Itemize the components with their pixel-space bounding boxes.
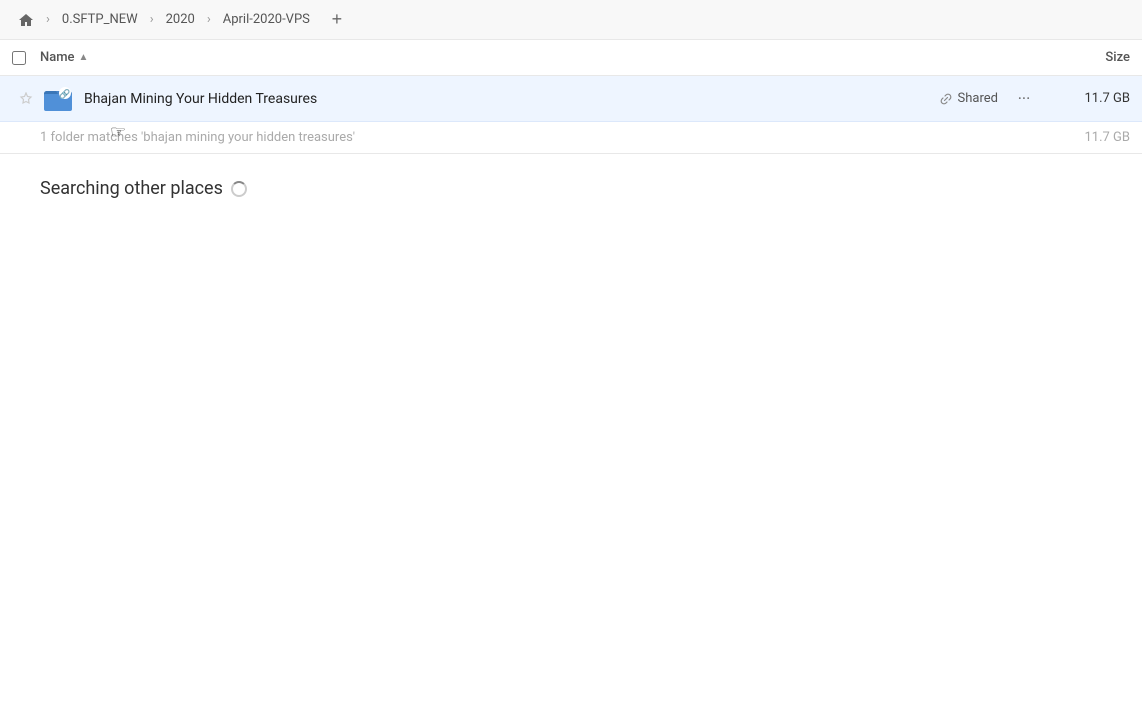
select-all-checkbox[interactable] bbox=[12, 51, 26, 65]
sort-arrow-icon: ▲ bbox=[79, 52, 89, 63]
breadcrumb-separator-1: › bbox=[44, 12, 52, 27]
summary-size: 11.7 GB bbox=[1050, 130, 1130, 145]
name-column-label: Name bbox=[40, 50, 75, 65]
searching-label: Searching other places bbox=[40, 178, 223, 199]
breadcrumb-item-sftp[interactable]: 0.SFTP_NEW bbox=[56, 9, 144, 30]
file-size-value: 11.7 GB bbox=[1050, 91, 1130, 106]
name-column-header[interactable]: Name ▲ bbox=[40, 50, 1030, 65]
shared-badge: Shared bbox=[939, 91, 998, 106]
breadcrumb-separator-2: › bbox=[148, 12, 156, 27]
file-name-label: Bhajan Mining Your Hidden Treasures bbox=[84, 91, 939, 107]
select-all-checkbox-wrap[interactable] bbox=[12, 51, 40, 65]
more-options-button[interactable]: ··· bbox=[1010, 85, 1038, 113]
column-header-row: Name ▲ Size bbox=[0, 40, 1142, 76]
breadcrumb-item-2020[interactable]: 2020 bbox=[160, 9, 201, 30]
link-icon bbox=[939, 92, 953, 106]
breadcrumb-separator-3: › bbox=[205, 12, 213, 27]
loading-spinner bbox=[231, 181, 247, 197]
searching-other-places-section: Searching other places bbox=[0, 154, 1142, 211]
star-icon[interactable] bbox=[12, 92, 40, 106]
file-list-item[interactable]: 🔗 Bhajan Mining Your Hidden Treasures Sh… bbox=[0, 76, 1142, 122]
summary-text: 1 folder matches 'bhajan mining your hid… bbox=[40, 130, 1050, 145]
breadcrumb-bar: › 0.SFTP_NEW › 2020 › April-2020-VPS + bbox=[0, 0, 1142, 40]
breadcrumb-item-april[interactable]: April-2020-VPS bbox=[217, 9, 316, 30]
shared-label: Shared bbox=[958, 91, 998, 106]
size-column-header[interactable]: Size bbox=[1030, 50, 1130, 65]
svg-text:🔗: 🔗 bbox=[59, 88, 70, 100]
folder-icon: 🔗 bbox=[40, 81, 76, 117]
home-button[interactable] bbox=[12, 6, 40, 34]
add-tab-button[interactable]: + bbox=[324, 7, 350, 33]
summary-row: 1 folder matches 'bhajan mining your hid… bbox=[0, 122, 1142, 154]
